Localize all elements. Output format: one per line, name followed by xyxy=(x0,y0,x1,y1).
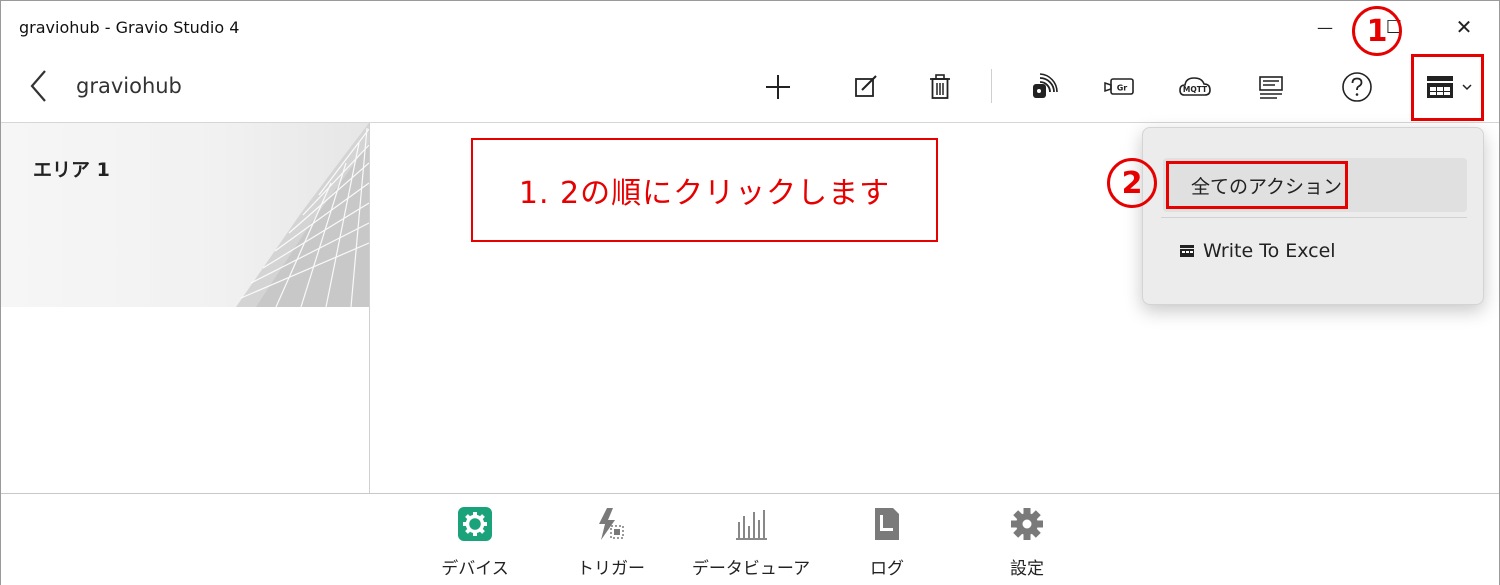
app-window: graviohub - Gravio Studio 4 — ☐ ✕ gravio… xyxy=(0,0,1500,585)
minimize-button[interactable]: — xyxy=(1302,9,1348,45)
settings-gear-icon xyxy=(1009,506,1045,542)
edit-button[interactable] xyxy=(844,65,888,109)
mqtt-label: MQTT xyxy=(1183,85,1208,94)
action-dropdown-menu: 全てのアクション Write To Excel xyxy=(1142,127,1484,305)
add-icon xyxy=(766,75,790,99)
instruction-box: 1. 2の順にクリックします xyxy=(471,138,938,242)
trigger-icon xyxy=(593,506,629,542)
toolbar-separator xyxy=(991,69,992,103)
nav-item-data-viewer[interactable]: データビューア xyxy=(691,502,811,582)
menu-divider xyxy=(1161,217,1467,218)
mqtt-icon: MQTT xyxy=(1179,77,1211,96)
list-icon xyxy=(1259,76,1283,99)
back-button[interactable] xyxy=(23,67,57,105)
nfc-icon xyxy=(1033,73,1058,98)
gr-label: Gr xyxy=(1117,84,1128,93)
nav-label-settings: 設定 xyxy=(1010,559,1044,579)
log-icon xyxy=(869,506,905,542)
building-image xyxy=(236,123,369,307)
list-button[interactable] xyxy=(1249,65,1293,109)
title-bar: graviohub - Gravio Studio 4 — ☐ ✕ xyxy=(1,1,1499,53)
hub-title: graviohub xyxy=(76,74,182,98)
nav-item-trigger[interactable]: トリガー xyxy=(551,502,671,582)
edit-icon xyxy=(855,75,877,97)
area-panel: エリア 1 xyxy=(1,123,370,493)
nav-label-log: ログ xyxy=(870,559,904,579)
close-icon: ✕ xyxy=(1455,15,1473,39)
area-card[interactable]: エリア 1 xyxy=(1,123,369,307)
device-gear-icon xyxy=(457,506,493,542)
menu-item-write-to-excel[interactable]: Write To Excel xyxy=(1179,236,1336,266)
back-arrow-icon xyxy=(30,70,46,102)
excel-table-icon xyxy=(1180,245,1194,257)
camera-button[interactable]: Gr xyxy=(1097,65,1141,109)
delete-icon xyxy=(930,74,950,99)
add-button[interactable] xyxy=(756,65,800,109)
area-name: エリア 1 xyxy=(33,159,110,181)
toolbar: graviohub Gr MQTT xyxy=(1,53,1499,123)
nav-item-device[interactable]: デバイス xyxy=(415,502,535,582)
nfc-button[interactable] xyxy=(1021,65,1065,109)
window-title: graviohub - Gravio Studio 4 xyxy=(19,18,240,37)
help-icon xyxy=(1342,72,1372,102)
instruction-text: 1. 2の順にクリックします xyxy=(518,176,891,211)
annotation-frame-1 xyxy=(1411,54,1484,121)
data-viewer-icon xyxy=(733,506,769,542)
help-button[interactable] xyxy=(1335,65,1379,109)
gravio-camera-icon: Gr xyxy=(1104,78,1134,95)
annotation-badge-1: 1 xyxy=(1352,6,1402,56)
annotation-frame-2 xyxy=(1166,161,1348,209)
nav-label-device: デバイス xyxy=(441,559,509,579)
nav-item-settings[interactable]: 設定 xyxy=(967,502,1087,582)
nav-label-trigger: トリガー xyxy=(577,559,645,579)
minimize-icon: — xyxy=(1317,17,1333,37)
annotation-badge-2: 2 xyxy=(1107,158,1157,208)
nav-label-data-viewer: データビューア xyxy=(691,559,811,579)
mqtt-button[interactable]: MQTT xyxy=(1173,65,1217,109)
bottom-navigation: デバイス トリガー データビューア ログ 設定 xyxy=(1,493,1499,585)
menu-item-write-to-excel-label: Write To Excel xyxy=(1203,240,1336,262)
delete-button[interactable] xyxy=(918,65,962,109)
close-button[interactable]: ✕ xyxy=(1441,9,1487,45)
nav-item-log[interactable]: ログ xyxy=(827,502,947,582)
